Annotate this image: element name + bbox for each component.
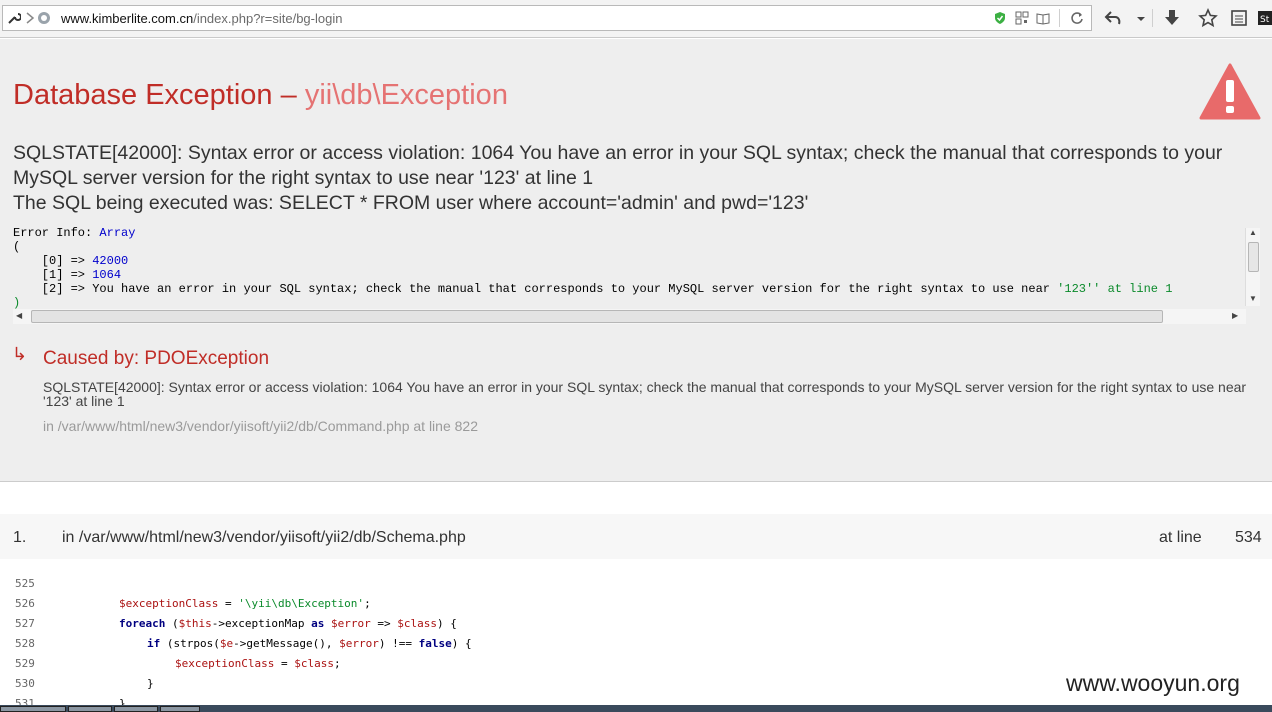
error-info-label: Error Info: [13,226,100,240]
watermark: www.wooyun.org [1066,670,1240,696]
wrench-icon[interactable] [7,11,21,25]
taskbar-button[interactable] [114,706,158,712]
exception-header: Database Exception – yii\db\Exception SQ… [0,39,1272,482]
taskbar-button[interactable] [160,706,200,712]
taskbar-button[interactable] [68,706,112,712]
qr-code-icon[interactable] [1015,11,1029,25]
error-info-key: [2] => You have an error in your SQL syn… [13,282,1058,296]
back-icon[interactable] [1103,8,1123,28]
scroll-right-icon[interactable]: ▶ [1232,311,1238,320]
error-info-open: ( [13,240,21,254]
line-number: 526 [15,597,35,610]
chevron-right-icon [26,12,35,24]
error-info-key: [0] => [13,254,93,268]
error-info-key: [1] => [13,268,93,282]
code-line: 525 [0,574,1272,594]
exception-class: yii\db\Exception [304,79,508,111]
horizontal-scrollbar[interactable]: ◀ ▶ [13,309,1246,324]
code-line: 528 if (strpos($e->getMessage(), $error) … [0,634,1272,654]
line-number: 530 [15,677,35,690]
scroll-up-icon[interactable]: ▲ [1249,228,1257,237]
scroll-down-icon[interactable]: ▼ [1249,294,1257,303]
reader-icon[interactable] [1036,11,1050,25]
bookmark-star-icon[interactable] [1198,8,1218,28]
caused-by-arrow-icon: ↳ [12,344,28,364]
caused-by-location: in /var/www/html/new3/vendor/yiisoft/yii… [43,418,478,434]
url-text[interactable]: www.kimberlite.com.cn/index.php?r=site/b… [61,11,342,26]
call-stack-item[interactable]: 1. in /var/www/html/new3/vendor/yiisoft/… [0,514,1272,559]
stack-at-line-label: at line [1159,529,1202,546]
caused-by-title: Caused by: PDOException [43,348,270,369]
svg-text:St: St [1260,15,1270,25]
browser-toolbar: www.kimberlite.com.cn/index.php?r=site/b… [0,0,1272,38]
sql-statement: The SQL being executed was: SELECT * FRO… [13,192,809,214]
exception-title: Database Exception [13,79,273,111]
error-info-type: Array [99,226,136,240]
extension-icon[interactable]: St [1257,8,1272,28]
error-info-value: 42000 [92,254,129,268]
address-bar[interactable]: www.kimberlite.com.cn/index.php?r=site/b… [2,5,1092,31]
page-title: Database Exception – yii\db\Exception [13,79,508,112]
exception-message: SQLSTATE[42000]: Syntax error or access … [13,141,1263,216]
message-line: SQLSTATE[42000]: Syntax error or access … [13,142,1223,164]
message-line: MySQL server version for the right synta… [13,167,594,189]
error-info-text: Error Info: Array ( [0] => 42000 [1] => … [13,226,1259,310]
error-info-value: 1064 [92,268,122,282]
stack-file: in /var/www/html/new3/vendor/yiisoft/yii… [62,529,466,546]
line-number: 525 [15,577,35,590]
vertical-scroll-thumb[interactable] [1248,242,1259,272]
stack-index: 1. [13,529,27,546]
horizontal-scroll-thumb[interactable] [31,310,1163,323]
code-line: 526 $exceptionClass = '\yii\db\Exception'… [0,594,1272,614]
reload-icon[interactable] [1070,11,1084,25]
line-number: 529 [15,657,35,670]
taskbar-button[interactable] [0,706,66,712]
line-number: 528 [15,637,35,650]
line-number: 527 [15,617,35,630]
url-host: www.kimberlite.com.cn [61,11,194,26]
code-line: 527 foreach ($this->exceptionMap as $erro… [0,614,1272,634]
history-dropdown-icon[interactable] [1131,8,1151,28]
title-dash: – [280,79,297,111]
error-info-close: ) [13,296,21,310]
shield-check-icon[interactable] [993,11,1007,25]
bookmarks-menu-icon[interactable] [1229,8,1249,28]
error-info-value: '123'' at line 1 [1057,282,1173,296]
download-icon[interactable] [1162,8,1182,28]
scroll-left-icon[interactable]: ◀ [16,311,22,320]
globe-icon[interactable] [37,11,51,25]
url-path: /index.php?r=site/bg-login [193,11,343,26]
vertical-scrollbar[interactable]: ▲ ▼ [1245,228,1260,306]
warning-icon [1199,63,1261,120]
stack-line-number: 534 [1235,529,1262,546]
caused-by-message: SQLSTATE[42000]: Syntax error or access … [43,379,1247,409]
